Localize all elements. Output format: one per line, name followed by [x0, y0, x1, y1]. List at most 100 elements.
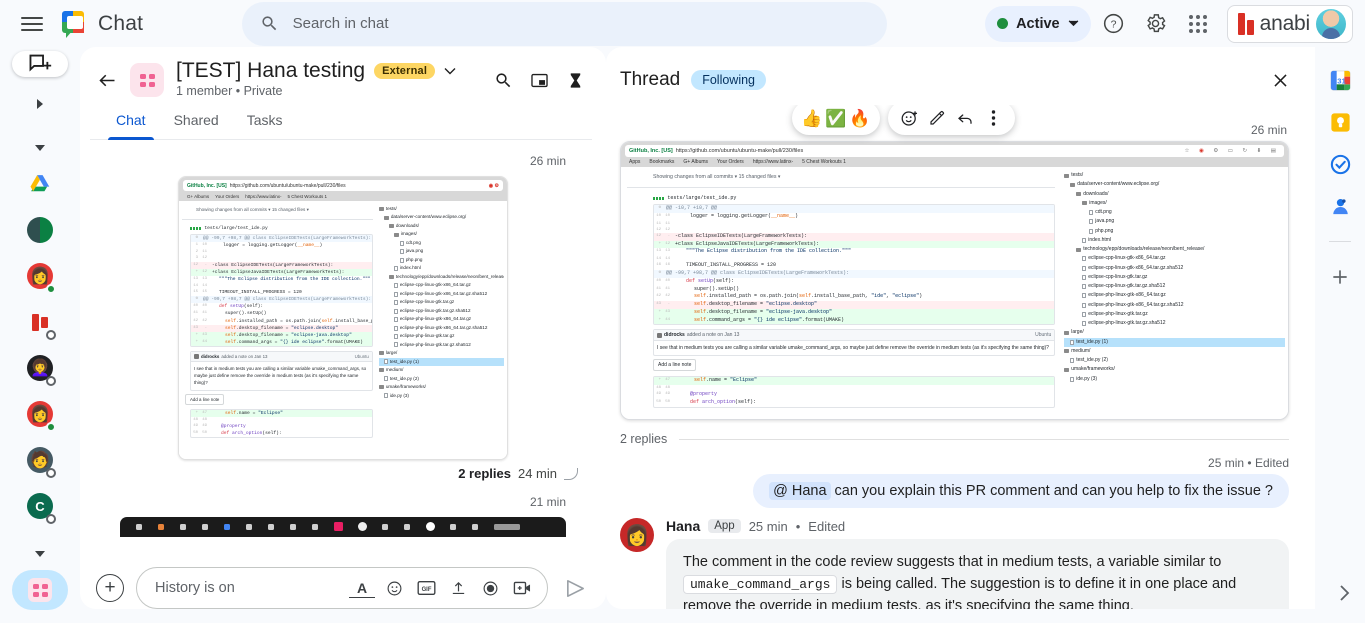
bookmark-item[interactable]: Your Orders — [215, 194, 239, 199]
tree-item[interactable]: eclipse-php-linux-gtk-x86_64.tar.gz — [1064, 291, 1285, 300]
emoji-icon[interactable] — [381, 575, 407, 601]
tree-item[interactable]: downloads/ — [379, 222, 504, 230]
reaction-check-icon[interactable]: ✅ — [825, 110, 846, 127]
following-badge[interactable]: Following — [691, 70, 767, 90]
tree-item[interactable]: umake/frameworks/ — [1064, 365, 1285, 374]
collapse-section-icon-2[interactable] — [35, 551, 45, 557]
tree-item[interactable]: eclipse-php-linux-gtk.tar.gz.sha512 — [1064, 319, 1285, 328]
tree-item[interactable]: index.html — [379, 264, 504, 272]
tree-item[interactable]: php.png — [379, 256, 504, 264]
tree-item[interactable]: downloads/ — [1064, 190, 1285, 199]
reply-icon[interactable] — [953, 106, 978, 131]
tree-item[interactable]: images/ — [1064, 199, 1285, 208]
tree-item[interactable]: eclipse-cpp-linux-gtk.tar.gz.sha512 — [1064, 282, 1285, 291]
hamburger-menu-icon[interactable] — [18, 10, 46, 38]
tree-item[interactable]: index.html — [1064, 236, 1285, 245]
outgoing-message-bubble[interactable]: @ Hana can you explain this PR comment an… — [753, 474, 1289, 508]
more-options-icon[interactable] — [981, 106, 1006, 131]
thread-message-list[interactable]: 👍 ✅ 🔥 26 min GitHub, Inc. [US] https://g… — [606, 105, 1315, 609]
add-line-note-button[interactable]: Add a line note — [185, 393, 225, 405]
chevron-down-icon[interactable] — [444, 67, 456, 75]
status-selector[interactable]: Active — [985, 5, 1091, 42]
google-apps-button[interactable] — [1179, 5, 1217, 43]
conversation-search-button[interactable] — [486, 63, 520, 97]
tree-item[interactable]: php.png — [1064, 227, 1285, 236]
tree-item[interactable]: data/server-content/www.eclipse.org/ — [1064, 180, 1285, 189]
tab-shared[interactable]: Shared — [162, 104, 231, 139]
video-icon[interactable] — [509, 575, 535, 601]
tree-item[interactable]: test_ide.py (2) — [379, 375, 504, 383]
sidebar-item-google-drive[interactable] — [12, 164, 68, 204]
thread-replies-summary[interactable]: 2 replies 24 min — [98, 460, 588, 481]
bookmark-item[interactable]: https://www.latinx- — [245, 194, 281, 199]
tree-item[interactable]: tests/ — [378, 205, 504, 213]
record-icon[interactable] — [477, 575, 503, 601]
send-button[interactable] — [560, 573, 590, 603]
sidebar-item-contact-man[interactable]: 🧑 — [12, 440, 68, 480]
message-input[interactable]: History is on A GIF — [136, 567, 548, 609]
tree-item[interactable]: images/ — [379, 230, 504, 238]
tree-item[interactable]: eclipse-php-linux-gtk-x86_64.tar.gz.sha5… — [1064, 301, 1285, 310]
reaction-fire-icon[interactable]: 🔥 — [849, 110, 870, 127]
avatar[interactable]: 👩 — [620, 518, 654, 552]
tree-item[interactable]: ide.py (3) — [1064, 375, 1285, 384]
tree-item[interactable]: medium/ — [378, 366, 504, 374]
tree-item[interactable]: eclipse-cpp-linux-gtk-x86_64.tar.gz — [1064, 254, 1285, 263]
sidebar-item-contact-woman-2[interactable]: 👩 — [12, 394, 68, 434]
tree-item[interactable]: technology/epp/downloads/release/neon/be… — [1064, 245, 1285, 254]
tree-item[interactable]: eclipse-php-linux-gtk.tar.gz.sha512 — [379, 341, 504, 349]
message-list[interactable]: 26 min GitHub, Inc. [US] https://github.… — [80, 140, 606, 557]
gif-icon[interactable]: GIF — [413, 575, 439, 601]
google-keep-icon[interactable] — [1327, 109, 1353, 135]
bookmark-item[interactable]: 5 Chest Workouts 1 — [802, 159, 846, 165]
search-input[interactable]: Search in chat — [241, 1, 887, 46]
tree-item[interactable]: eclipse-php-linux-gtk-x86_64.tar.gz — [379, 315, 504, 323]
google-calendar-icon[interactable]: 31 — [1327, 67, 1353, 93]
collapse-section-icon-1[interactable] — [35, 145, 45, 151]
tree-item[interactable]: ide.py (3) — [379, 392, 504, 400]
bookmark-item[interactable]: G+ Albums — [187, 194, 209, 199]
tab-chat[interactable]: Chat — [104, 104, 158, 140]
tree-item[interactable]: technology/epp/downloads/release/neon/be… — [379, 273, 504, 281]
tree-item[interactable]: large/ — [378, 349, 504, 357]
message-attachment[interactable]: GitHub, Inc. [US] https://github.com/ubu… — [98, 176, 588, 460]
tree-item[interactable]: eclipse-cpp-linux-gtk.tar.gz — [1064, 273, 1285, 282]
tree-item[interactable]: eclipse-cpp-linux-gtk-x86_64.tar.gz.sha5… — [1064, 264, 1285, 273]
back-button[interactable] — [90, 63, 124, 97]
bookmark-item[interactable]: https://www.latinx- — [753, 159, 793, 165]
tree-item[interactable]: data/server-content/www.eclipse.org/ — [379, 213, 504, 221]
tree-item-selected[interactable]: test_ide.py (1) — [1064, 337, 1285, 347]
tree-item-selected[interactable]: test_ide.py (1) — [378, 357, 504, 367]
bookmark-item[interactable]: Apps — [629, 159, 640, 165]
google-tasks-icon[interactable] — [1327, 151, 1353, 177]
github-screenshot-small[interactable]: GitHub, Inc. [US] https://github.com/ubu… — [178, 176, 508, 460]
tree-item[interactable]: large/ — [1064, 328, 1285, 337]
avatar[interactable] — [1316, 8, 1346, 39]
tree-item[interactable]: eclipse-php-linux-gtk-x86_64.tar.gz.sha5… — [379, 324, 504, 332]
help-button[interactable]: ? — [1095, 5, 1133, 43]
close-thread-button[interactable] — [1263, 63, 1297, 97]
add-attachment-button[interactable]: + — [96, 574, 124, 602]
sidebar-item-hanabi-app[interactable] — [12, 302, 68, 342]
tree-item[interactable]: cdt.png — [1064, 208, 1285, 217]
bookmark-item[interactable]: G+ Albums — [683, 159, 708, 165]
sidebar-item-contact-c[interactable]: C — [12, 486, 68, 526]
tree-item[interactable]: eclipse-php-linux-gtk.tar.gz — [379, 332, 504, 340]
bookmark-item[interactable]: Your Orders — [717, 159, 744, 165]
add-line-note-button[interactable]: Add a line note — [653, 359, 697, 372]
tree-item[interactable]: eclipse-php-linux-gtk.tar.gz — [1064, 310, 1285, 319]
reaction-thumbsup-icon[interactable]: 👍 — [801, 110, 822, 127]
bookmark-item[interactable]: 5 Chest Workouts 1 — [288, 194, 327, 199]
picture-in-picture-button[interactable] — [522, 63, 556, 97]
sidebar-item-contact-group[interactable] — [12, 210, 68, 250]
hourglass-button[interactable] — [558, 63, 592, 97]
tree-item[interactable]: java.png — [1064, 217, 1285, 226]
tree-item[interactable]: umake/frameworks/ — [378, 383, 504, 391]
tree-item[interactable]: eclipse-cpp-linux-gtk.tar.gz.sha512 — [379, 307, 504, 315]
tree-item[interactable]: medium/ — [1064, 347, 1285, 356]
tree-item[interactable]: eclipse-cpp-linux-gtk-x86_64.tar.gz.sha5… — [379, 290, 504, 298]
tree-item[interactable]: eclipse-cpp-linux-gtk.tar.gz — [379, 298, 504, 306]
sidebar-item-space-cloud[interactable]: ☁️ — [12, 616, 68, 623]
tree-item[interactable]: java.png — [379, 247, 504, 255]
tree-item[interactable]: cdt.png — [379, 239, 504, 247]
